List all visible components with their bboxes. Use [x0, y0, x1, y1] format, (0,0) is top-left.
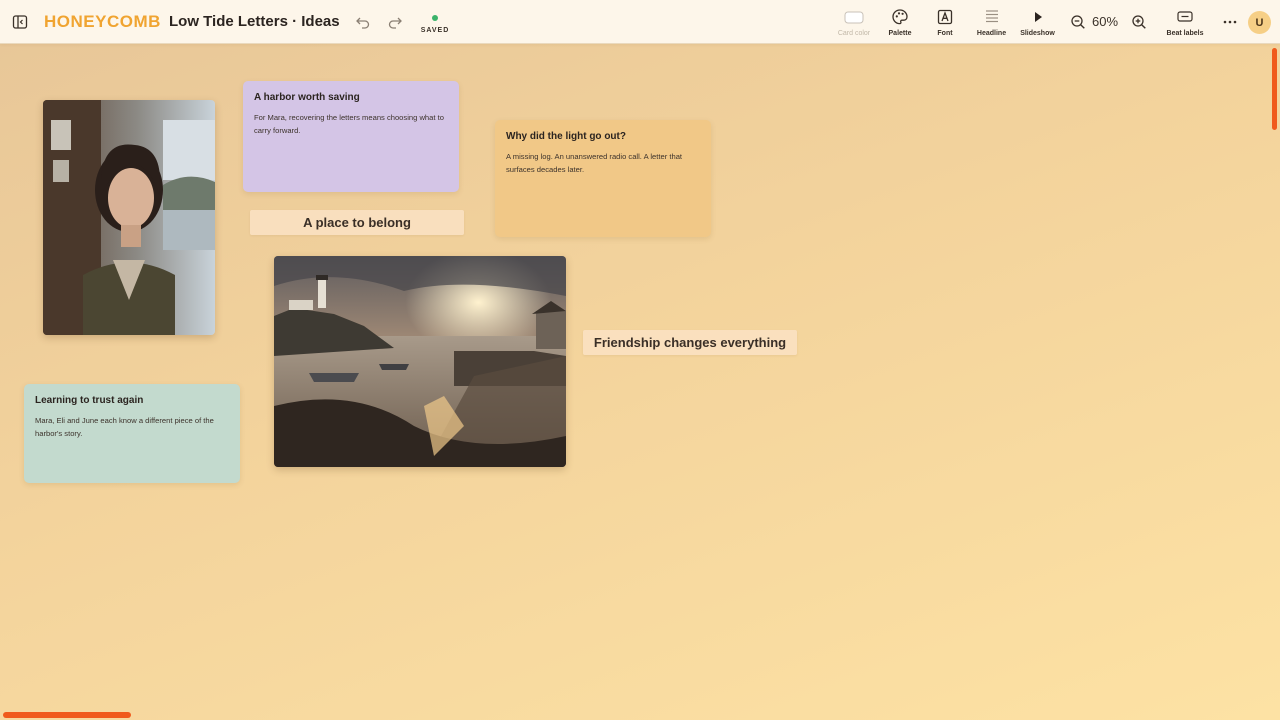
headline-button[interactable]: Headline — [973, 8, 1010, 37]
card-body: For Mara, recovering the letters means c… — [254, 113, 444, 135]
beat-labels-label: Beat labels — [1166, 30, 1204, 37]
font-icon — [937, 9, 953, 25]
font-label: Font — [937, 30, 953, 37]
more-icon[interactable] — [1222, 14, 1238, 30]
beat-labels-icon — [1177, 11, 1193, 22]
card-title: Why did the light go out? — [506, 131, 626, 142]
story-card[interactable]: Why did the light go out? A missing log.… — [495, 120, 711, 237]
avatar[interactable]: U — [1248, 11, 1271, 34]
undo-icon[interactable] — [355, 14, 371, 30]
play-icon — [1034, 12, 1042, 22]
headline-icon — [985, 10, 998, 23]
beat-labels-button[interactable]: Beat labels — [1162, 8, 1208, 37]
character-portrait-image[interactable] — [43, 100, 215, 335]
portrait-illustration — [43, 100, 215, 335]
zoom-in-icon[interactable] — [1131, 14, 1147, 30]
card-color-button[interactable]: Card color — [833, 8, 875, 37]
app-logo[interactable]: HONEYCOMB — [44, 12, 161, 32]
story-card[interactable]: Learning to trust again Mara, Eli and Ju… — [24, 384, 240, 483]
palette-label: Palette — [888, 30, 912, 37]
zoom-out-icon[interactable] — [1070, 14, 1086, 30]
card-body: Mara, Eli and June each know a different… — [35, 416, 214, 438]
story-card[interactable]: A harbor worth saving For Mara, recoveri… — [243, 81, 459, 192]
card-title: Learning to trust again — [35, 395, 144, 406]
save-status-label: SAVED — [420, 27, 450, 34]
slideshow-button[interactable]: Slideshow — [1017, 8, 1058, 37]
card-color-swatch-icon — [844, 11, 864, 24]
palette-icon — [892, 9, 908, 25]
card-body: A missing log. An unanswered radio call.… — [506, 152, 683, 174]
save-status: SAVED — [418, 15, 452, 34]
horizontal-scrollbar[interactable] — [3, 712, 131, 718]
document-title[interactable]: Low Tide Letters · Ideas — [169, 13, 340, 30]
headline-label: Headline — [976, 30, 1007, 37]
palette-button[interactable]: Palette — [884, 8, 916, 37]
card-color-label: Card color — [837, 30, 871, 37]
lighthouse-illustration — [274, 256, 566, 467]
beat-headline[interactable]: Friendship changes everything — [583, 330, 797, 355]
font-button[interactable]: Font — [932, 8, 958, 37]
status-dot — [432, 15, 438, 21]
beat-headline[interactable]: A place to belong — [250, 210, 464, 235]
top-toolbar: HONEYCOMB Low Tide Letters · Ideas SAVED… — [0, 0, 1280, 44]
zoom-level[interactable]: 60% — [1092, 14, 1118, 29]
redo-icon[interactable] — [387, 14, 403, 30]
harbor-lighthouse-image[interactable] — [274, 256, 566, 467]
slideshow-label: Slideshow — [1020, 30, 1055, 37]
card-title: A harbor worth saving — [254, 92, 360, 103]
sidebar-toggle-icon[interactable] — [12, 14, 28, 30]
vertical-scrollbar[interactable] — [1272, 48, 1277, 130]
